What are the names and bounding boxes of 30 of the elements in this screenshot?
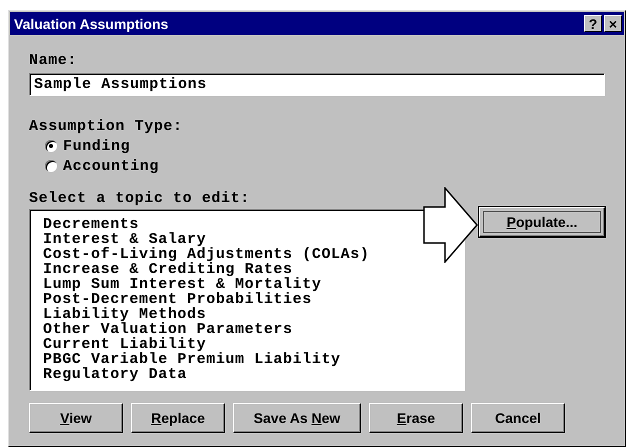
- list-item[interactable]: Other Valuation Parameters: [43, 322, 293, 337]
- list-item[interactable]: Current Liability: [43, 337, 206, 352]
- group-label: Assumption Type:: [29, 118, 184, 136]
- list-item[interactable]: Post-Decrement Probabilities: [43, 292, 312, 307]
- radio-dot[interactable]: [45, 140, 57, 152]
- list-item[interactable]: Liability Methods: [43, 307, 206, 322]
- list-item[interactable]: Decrements: [43, 217, 140, 232]
- radio-dot[interactable]: [45, 160, 57, 172]
- close-button[interactable]: ×: [604, 15, 622, 32]
- list-item[interactable]: Lump Sum Interest & Mortality: [43, 277, 322, 292]
- topic-list[interactable]: [29, 209, 465, 391]
- help-button[interactable]: ?: [584, 15, 602, 32]
- populate-button[interactable]: Populate...: [479, 207, 605, 237]
- radio-option[interactable]: Accounting: [45, 156, 160, 176]
- radio-option[interactable]: Funding: [45, 136, 130, 156]
- list-item[interactable]: Increase & Crediting Rates: [43, 262, 293, 277]
- dialog-button[interactable]: Replace: [131, 403, 225, 433]
- window-title: Valuation Assumptions: [14, 16, 170, 32]
- list-item[interactable]: PBGC Variable Premium Liability: [43, 352, 341, 367]
- dialog-button[interactable]: Cancel: [471, 403, 565, 433]
- dialog-button[interactable]: Erase: [369, 403, 463, 433]
- list-item[interactable]: Regulatory Data: [43, 367, 188, 382]
- dialog-button[interactable]: View: [29, 403, 123, 433]
- arrow-icon: [423, 187, 478, 263]
- list-label: Select a topic to edit:: [29, 190, 251, 208]
- field-label: Name:: [29, 52, 78, 70]
- dialog-button[interactable]: Save As New: [233, 403, 361, 433]
- list-item[interactable]: Interest & Salary: [43, 232, 206, 247]
- list-item[interactable]: Cost-of-Living Adjustments (COLAs): [43, 247, 370, 262]
- name-field[interactable]: Sample Assumptions: [29, 73, 605, 96]
